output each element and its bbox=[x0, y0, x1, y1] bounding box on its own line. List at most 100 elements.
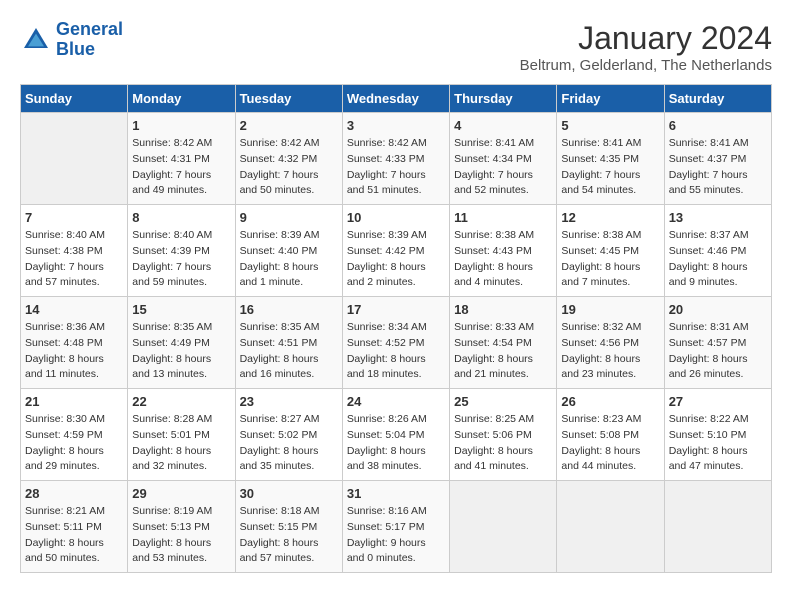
calendar-cell: 25 Sunrise: 8:25 AMSunset: 5:06 PMDayligh… bbox=[450, 389, 557, 481]
calendar-cell: 9 Sunrise: 8:39 AMSunset: 4:40 PMDaylight… bbox=[235, 205, 342, 297]
month-title: January 2024 bbox=[520, 20, 772, 57]
calendar-cell: 14 Sunrise: 8:36 AMSunset: 4:48 PMDayligh… bbox=[21, 297, 128, 389]
day-info: Sunrise: 8:37 AMSunset: 4:46 PMDaylight:… bbox=[669, 228, 767, 291]
logo-blue: Blue bbox=[56, 39, 95, 59]
day-info: Sunrise: 8:22 AMSunset: 5:10 PMDaylight:… bbox=[669, 412, 767, 475]
day-info: Sunrise: 8:38 AMSunset: 4:43 PMDaylight:… bbox=[454, 228, 552, 291]
column-header-wednesday: Wednesday bbox=[342, 85, 449, 113]
day-info: Sunrise: 8:25 AMSunset: 5:06 PMDaylight:… bbox=[454, 412, 552, 475]
day-number: 26 bbox=[561, 394, 659, 409]
calendar-cell: 18 Sunrise: 8:33 AMSunset: 4:54 PMDayligh… bbox=[450, 297, 557, 389]
calendar-cell: 20 Sunrise: 8:31 AMSunset: 4:57 PMDayligh… bbox=[664, 297, 771, 389]
column-header-tuesday: Tuesday bbox=[235, 85, 342, 113]
day-number: 13 bbox=[669, 210, 767, 225]
day-info: Sunrise: 8:26 AMSunset: 5:04 PMDaylight:… bbox=[347, 412, 445, 475]
calendar-cell: 21 Sunrise: 8:30 AMSunset: 4:59 PMDayligh… bbox=[21, 389, 128, 481]
day-info: Sunrise: 8:30 AMSunset: 4:59 PMDaylight:… bbox=[25, 412, 123, 475]
day-number: 8 bbox=[132, 210, 230, 225]
day-number: 5 bbox=[561, 118, 659, 133]
day-number: 15 bbox=[132, 302, 230, 317]
calendar-cell: 23 Sunrise: 8:27 AMSunset: 5:02 PMDayligh… bbox=[235, 389, 342, 481]
day-info: Sunrise: 8:36 AMSunset: 4:48 PMDaylight:… bbox=[25, 320, 123, 383]
calendar-cell: 29Sunrise: 8:19 AMSunset: 5:13 PMDayligh… bbox=[128, 481, 235, 573]
page-header: General Blue January 2024 Beltrum, Gelde… bbox=[20, 20, 772, 74]
day-info: Sunrise: 8:33 AMSunset: 4:54 PMDaylight:… bbox=[454, 320, 552, 383]
day-info: Sunrise: 8:35 AMSunset: 4:49 PMDaylight:… bbox=[132, 320, 230, 383]
calendar-cell: 7 Sunrise: 8:40 AMSunset: 4:38 PMDaylight… bbox=[21, 205, 128, 297]
day-number: 6 bbox=[669, 118, 767, 133]
calendar-week-row: 21 Sunrise: 8:30 AMSunset: 4:59 PMDayligh… bbox=[21, 389, 772, 481]
day-info: Sunrise: 8:28 AMSunset: 5:01 PMDaylight:… bbox=[132, 412, 230, 475]
day-number: 28 bbox=[25, 486, 123, 501]
calendar-cell: 30Sunrise: 8:18 AMSunset: 5:15 PMDayligh… bbox=[235, 481, 342, 573]
day-number: 9 bbox=[240, 210, 338, 225]
day-info: Sunrise: 8:32 AMSunset: 4:56 PMDaylight:… bbox=[561, 320, 659, 383]
calendar-cell: 28Sunrise: 8:21 AMSunset: 5:11 PMDayligh… bbox=[21, 481, 128, 573]
calendar-cell: 19 Sunrise: 8:32 AMSunset: 4:56 PMDayligh… bbox=[557, 297, 664, 389]
calendar-cell bbox=[450, 481, 557, 573]
day-info: Sunrise: 8:42 AMSunset: 4:31 PMDaylight:… bbox=[132, 136, 230, 199]
day-info: Sunrise: 8:42 AMSunset: 4:33 PMDaylight:… bbox=[347, 136, 445, 199]
day-number: 1 bbox=[132, 118, 230, 133]
day-info: Sunrise: 8:23 AMSunset: 5:08 PMDaylight:… bbox=[561, 412, 659, 475]
day-number: 4 bbox=[454, 118, 552, 133]
calendar-cell: 2 Sunrise: 8:42 AMSunset: 4:32 PMDaylight… bbox=[235, 113, 342, 205]
calendar-week-row: 1 Sunrise: 8:42 AMSunset: 4:31 PMDaylight… bbox=[21, 113, 772, 205]
day-number: 22 bbox=[132, 394, 230, 409]
calendar-cell: 5 Sunrise: 8:41 AMSunset: 4:35 PMDaylight… bbox=[557, 113, 664, 205]
day-info: Sunrise: 8:39 AMSunset: 4:40 PMDaylight:… bbox=[240, 228, 338, 291]
day-info: Sunrise: 8:41 AMSunset: 4:35 PMDaylight:… bbox=[561, 136, 659, 199]
calendar-table: SundayMondayTuesdayWednesdayThursdayFrid… bbox=[20, 84, 772, 573]
day-number: 16 bbox=[240, 302, 338, 317]
day-info: Sunrise: 8:38 AMSunset: 4:45 PMDaylight:… bbox=[561, 228, 659, 291]
calendar-cell: 6 Sunrise: 8:41 AMSunset: 4:37 PMDaylight… bbox=[664, 113, 771, 205]
logo-icon bbox=[20, 24, 52, 56]
day-info: Sunrise: 8:41 AMSunset: 4:37 PMDaylight:… bbox=[669, 136, 767, 199]
column-header-saturday: Saturday bbox=[664, 85, 771, 113]
day-number: 23 bbox=[240, 394, 338, 409]
day-number: 25 bbox=[454, 394, 552, 409]
day-info: Sunrise: 8:19 AMSunset: 5:13 PMDaylight:… bbox=[132, 504, 230, 567]
day-number: 11 bbox=[454, 210, 552, 225]
day-number: 2 bbox=[240, 118, 338, 133]
day-info: Sunrise: 8:42 AMSunset: 4:32 PMDaylight:… bbox=[240, 136, 338, 199]
day-number: 14 bbox=[25, 302, 123, 317]
column-header-sunday: Sunday bbox=[21, 85, 128, 113]
day-info: Sunrise: 8:34 AMSunset: 4:52 PMDaylight:… bbox=[347, 320, 445, 383]
calendar-cell: 4Sunrise: 8:41 AMSunset: 4:34 PMDaylight… bbox=[450, 113, 557, 205]
calendar-cell: 15 Sunrise: 8:35 AMSunset: 4:49 PMDayligh… bbox=[128, 297, 235, 389]
day-info: Sunrise: 8:35 AMSunset: 4:51 PMDaylight:… bbox=[240, 320, 338, 383]
calendar-cell: 3Sunrise: 8:42 AMSunset: 4:33 PMDaylight… bbox=[342, 113, 449, 205]
calendar-header-row: SundayMondayTuesdayWednesdayThursdayFrid… bbox=[21, 85, 772, 113]
calendar-cell bbox=[664, 481, 771, 573]
calendar-cell: 17Sunrise: 8:34 AMSunset: 4:52 PMDayligh… bbox=[342, 297, 449, 389]
calendar-week-row: 28Sunrise: 8:21 AMSunset: 5:11 PMDayligh… bbox=[21, 481, 772, 573]
day-info: Sunrise: 8:18 AMSunset: 5:15 PMDaylight:… bbox=[240, 504, 338, 567]
calendar-cell: 8Sunrise: 8:40 AMSunset: 4:39 PMDaylight… bbox=[128, 205, 235, 297]
calendar-cell: 13 Sunrise: 8:37 AMSunset: 4:46 PMDayligh… bbox=[664, 205, 771, 297]
calendar-cell: 26 Sunrise: 8:23 AMSunset: 5:08 PMDayligh… bbox=[557, 389, 664, 481]
day-info: Sunrise: 8:40 AMSunset: 4:38 PMDaylight:… bbox=[25, 228, 123, 291]
day-number: 20 bbox=[669, 302, 767, 317]
day-info: Sunrise: 8:31 AMSunset: 4:57 PMDaylight:… bbox=[669, 320, 767, 383]
calendar-cell: 27Sunrise: 8:22 AMSunset: 5:10 PMDayligh… bbox=[664, 389, 771, 481]
calendar-cell bbox=[557, 481, 664, 573]
day-info: Sunrise: 8:16 AMSunset: 5:17 PMDaylight:… bbox=[347, 504, 445, 567]
day-number: 18 bbox=[454, 302, 552, 317]
logo-text: General Blue bbox=[56, 20, 123, 60]
day-info: Sunrise: 8:27 AMSunset: 5:02 PMDaylight:… bbox=[240, 412, 338, 475]
day-number: 19 bbox=[561, 302, 659, 317]
title-area: January 2024 Beltrum, Gelderland, The Ne… bbox=[520, 20, 772, 74]
column-header-friday: Friday bbox=[557, 85, 664, 113]
calendar-cell: 31Sunrise: 8:16 AMSunset: 5:17 PMDayligh… bbox=[342, 481, 449, 573]
day-number: 21 bbox=[25, 394, 123, 409]
day-number: 24 bbox=[347, 394, 445, 409]
day-number: 7 bbox=[25, 210, 123, 225]
logo: General Blue bbox=[20, 20, 123, 60]
calendar-cell: 10Sunrise: 8:39 AMSunset: 4:42 PMDayligh… bbox=[342, 205, 449, 297]
calendar-cell: 24 Sunrise: 8:26 AMSunset: 5:04 PMDayligh… bbox=[342, 389, 449, 481]
day-info: Sunrise: 8:39 AMSunset: 4:42 PMDaylight:… bbox=[347, 228, 445, 291]
calendar-cell: 1 Sunrise: 8:42 AMSunset: 4:31 PMDaylight… bbox=[128, 113, 235, 205]
column-header-thursday: Thursday bbox=[450, 85, 557, 113]
calendar-cell: 11 Sunrise: 8:38 AMSunset: 4:43 PMDayligh… bbox=[450, 205, 557, 297]
